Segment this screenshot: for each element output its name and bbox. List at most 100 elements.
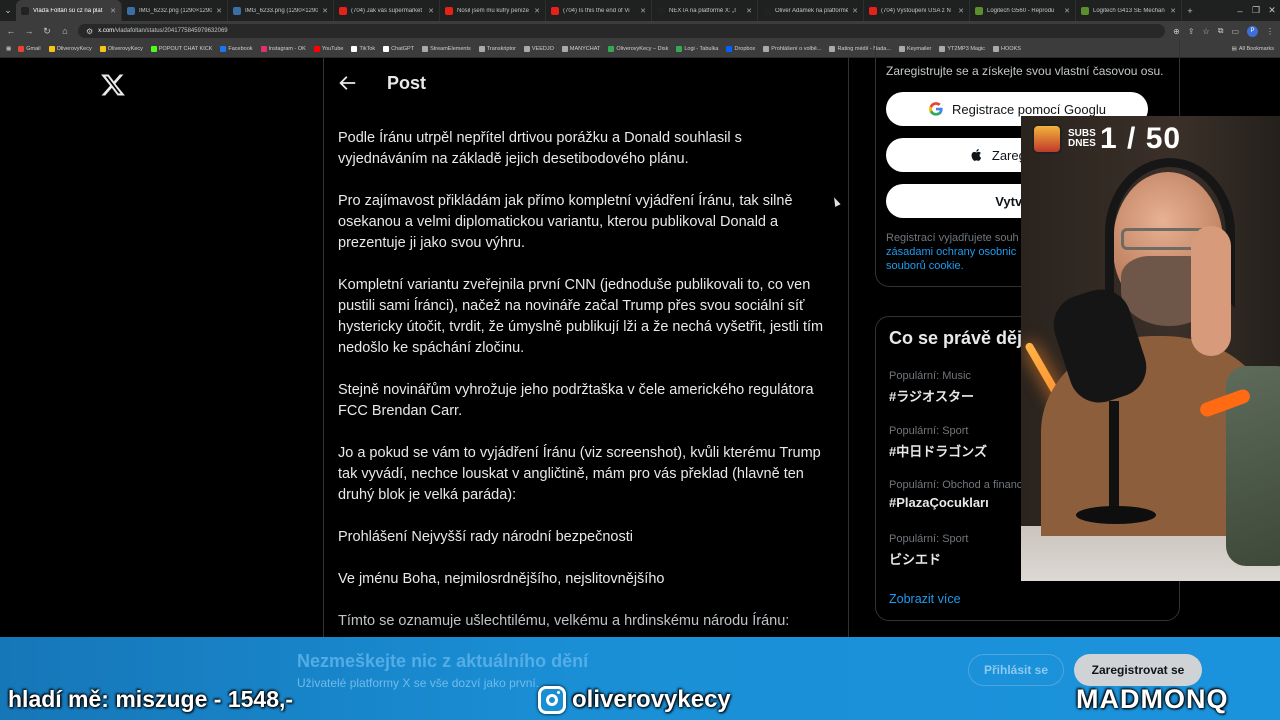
- show-more-link[interactable]: Zobrazit více: [889, 592, 961, 606]
- site-info-icon[interactable]: ⚙: [86, 27, 93, 36]
- signup-button[interactable]: Zaregistrovat se: [1074, 654, 1202, 686]
- post-paragraph: Tímto se oznamuje ušlechtilému, velkému …: [338, 613, 790, 629]
- bookmark-item[interactable]: OliverovyKecy: [48, 46, 92, 52]
- bookmark-favicon-icon: [676, 46, 683, 52]
- bookmark-item[interactable]: OliverovyKecy: [99, 46, 143, 52]
- restore-button[interactable]: ❐: [1248, 5, 1264, 16]
- bookmark-label: POPOUT CHAT KICK: [158, 46, 213, 52]
- close-window-button[interactable]: ✕: [1264, 5, 1280, 16]
- bookmark-item[interactable]: YouTube: [313, 46, 344, 52]
- bookmark-star-icon[interactable]: ☆: [1203, 27, 1210, 36]
- trend-tag: ビシエド: [889, 552, 942, 567]
- extensions-icon[interactable]: ⧉: [1218, 26, 1224, 36]
- forward-nav-icon[interactable]: →: [24, 26, 34, 36]
- url-field[interactable]: ⚙ x.com/vladafoltan/status/2041775845979…: [78, 24, 1166, 38]
- subs-counter: SUBS DNES 1 / 50: [1032, 122, 1181, 156]
- minimize-button[interactable]: –: [1232, 6, 1248, 16]
- tab-favicon-icon: [233, 6, 241, 15]
- tab-close-icon[interactable]: ✕: [746, 7, 752, 15]
- bookmark-label: StreamElements: [430, 46, 471, 52]
- bookmark-item[interactable]: StreamElements: [422, 46, 471, 52]
- tab-title: Logitech G413 SE Mechan: [1093, 7, 1165, 14]
- profile-avatar[interactable]: P: [1247, 25, 1258, 37]
- browser-tab[interactable]: NEXTA na platformě X: „I ✕: [652, 0, 758, 21]
- url-host: x.com: [98, 28, 115, 34]
- browser-tab[interactable]: IMG_6232.png (1290×1290) ✕: [122, 0, 228, 21]
- bookmark-item[interactable]: VEEDJO: [523, 46, 554, 52]
- bookmark-label: ChatGPT: [391, 46, 415, 52]
- login-button[interactable]: Přihlásit se: [968, 654, 1064, 686]
- browser-tab[interactable]: (704) Jak vás supermarket ✕: [334, 0, 440, 21]
- bookmark-item[interactable]: Gmail: [18, 46, 41, 52]
- trend-item[interactable]: Populární: Obchod a financ #PlazaÇocuklar…: [889, 479, 1029, 510]
- bookmark-item[interactable]: Dropbox: [726, 46, 755, 52]
- back-arrow-icon[interactable]: [336, 72, 358, 94]
- tab-favicon-icon: [763, 6, 771, 15]
- trend-tag: #PlazaÇocukları: [889, 495, 989, 510]
- tab-close-icon[interactable]: ✕: [428, 7, 434, 15]
- back-nav-icon[interactable]: ←: [6, 26, 16, 36]
- sidebar-icon[interactable]: ▭: [1231, 27, 1239, 36]
- bookmark-label: TikTok: [359, 46, 376, 52]
- bookmark-favicon-icon: [561, 46, 568, 52]
- trend-item[interactable]: Populární: Sport #中日ドラゴンズ: [889, 425, 1029, 460]
- trend-tag: #ラジオスター: [889, 389, 974, 404]
- share-icon[interactable]: ⇪: [1188, 27, 1195, 36]
- browser-tab[interactable]: Logitech G560 - Reprodu ✕: [970, 0, 1076, 21]
- browser-tab[interactable]: (704) Vystoupení USA z N ✕: [864, 0, 970, 21]
- bookmark-item[interactable]: Prohlášení o volbě...: [763, 46, 821, 52]
- bookmark-item[interactable]: OliverovyKecy – Disk: [608, 46, 668, 52]
- home-icon[interactable]: ⌂: [60, 26, 70, 36]
- mic-base: [1076, 506, 1156, 524]
- bookmark-item[interactable]: ChatGPT: [383, 46, 414, 52]
- browser-tab[interactable]: Nosil jsem mu kufry peníze ✕: [440, 0, 546, 21]
- bookmark-item[interactable]: Transkriptor: [478, 46, 516, 52]
- bookmark-item[interactable]: Logi - Tabulka: [676, 46, 718, 52]
- tab-close-icon[interactable]: ✕: [110, 7, 116, 15]
- banner-title: Nezmeškejte nic z aktuálního dění: [297, 651, 589, 671]
- trend-item[interactable]: Populární: Music #ラジオスター: [889, 370, 1029, 405]
- tab-close-icon[interactable]: ✕: [958, 7, 964, 15]
- tab-close-icon[interactable]: ✕: [852, 7, 858, 15]
- tab-favicon-icon: [975, 6, 983, 15]
- all-bookmarks[interactable]: ▤ All Bookmarks: [1232, 46, 1274, 52]
- translate-icon[interactable]: ⊕: [1173, 27, 1180, 36]
- x-logo-icon[interactable]: [100, 72, 126, 98]
- bookmark-item[interactable]: TikTok: [351, 46, 375, 52]
- browser-tab[interactable]: IMG_6233.png (1290×1290) ✕: [228, 0, 334, 21]
- browser-tab[interactable]: (704) Is this the end of Vi ✕: [546, 0, 652, 21]
- tab-close-icon[interactable]: ✕: [534, 7, 540, 15]
- bookmark-item[interactable]: Instagram - OK: [260, 46, 306, 52]
- bookmark-item[interactable]: MANYCHAT: [561, 46, 600, 52]
- bookmark-label: YouTube: [321, 46, 344, 52]
- tab-title: NEXTA na platformě X: „I: [669, 7, 736, 14]
- trend-item[interactable]: Populární: Sport ビシエド: [889, 533, 1029, 568]
- tab-close-icon[interactable]: ✕: [1064, 7, 1070, 15]
- tab-close-icon[interactable]: ✕: [1170, 7, 1176, 15]
- bookmark-label: Gmail: [26, 46, 41, 52]
- browser-tab[interactable]: Oliver Adámek na platformě ✕: [758, 0, 864, 21]
- new-tab-button[interactable]: +: [1182, 6, 1198, 16]
- bookmark-favicon-icon: [422, 46, 429, 52]
- browser-tab[interactable]: Logitech G413 SE Mechan ✕: [1076, 0, 1182, 21]
- tab-close-icon[interactable]: ✕: [640, 7, 646, 15]
- reload-icon[interactable]: ↻: [42, 26, 52, 37]
- instagram-icon: [538, 686, 566, 714]
- tab-title: Logitech G560 - Reprodu: [987, 7, 1055, 14]
- trend-tag: #中日ドラゴンズ: [889, 444, 987, 459]
- tab-close-icon[interactable]: ✕: [322, 7, 328, 15]
- folder-icon: ▤: [1231, 46, 1237, 52]
- tab-favicon-icon: [869, 6, 877, 15]
- bookmark-item[interactable]: Facebook: [220, 46, 253, 52]
- bookmark-label: VEEDJO: [531, 46, 554, 52]
- bookmark-item[interactable]: POPOUT CHAT KICK: [150, 46, 213, 52]
- tab-search-icon[interactable]: ⌄: [0, 5, 16, 16]
- subs-label: SUBS DNES: [1068, 128, 1096, 149]
- bookmark-favicon-icon: [478, 46, 485, 52]
- menu-icon[interactable]: ⋮: [1266, 27, 1274, 36]
- post-paragraph: Podle Íránu utrpěl nepřítel drtivou porá…: [338, 130, 742, 167]
- browser-tab[interactable]: Vláďa Foltán sú cz na plat ✕: [16, 0, 122, 21]
- apps-icon[interactable]: ▦: [6, 46, 11, 52]
- post-paragraph: Prohlášení Nejvyšší rady národní bezpečn…: [338, 529, 633, 545]
- tab-close-icon[interactable]: ✕: [216, 7, 222, 15]
